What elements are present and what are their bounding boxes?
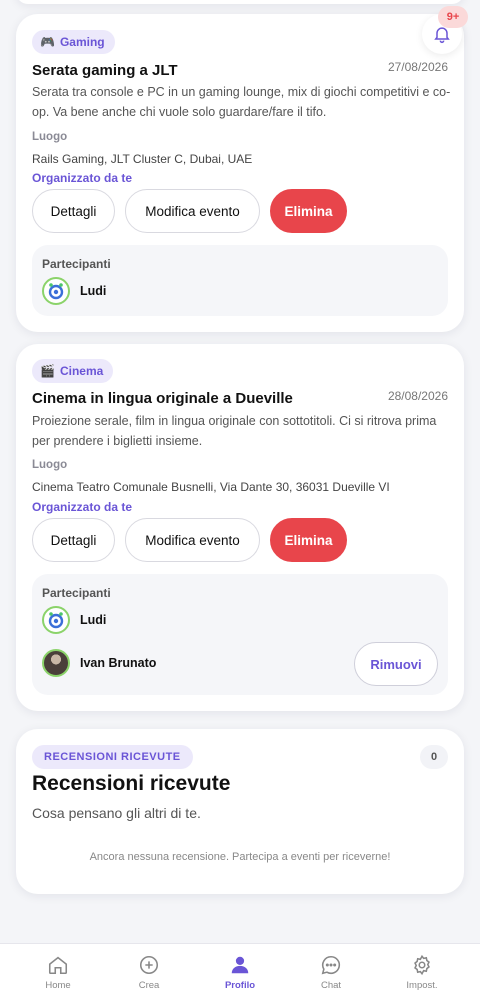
ludi-logo-icon	[48, 283, 64, 300]
reviews-count-badge: 0	[420, 745, 448, 769]
reviews-empty-message: Ancora nessuna recensione. Partecipa a e…	[89, 851, 391, 863]
tab-profile[interactable]: Profilo	[192, 944, 288, 1000]
remove-participant-button[interactable]: Rimuovi	[354, 642, 438, 686]
category-tag-label: Gaming	[59, 35, 105, 49]
gear-icon	[414, 954, 430, 976]
participant-row: Ludi	[42, 606, 106, 634]
participant-name: Ivan Brunato	[80, 656, 157, 670]
tab-home[interactable]: Home	[10, 944, 106, 1000]
participants-label: Partecipanti	[42, 257, 111, 271]
plus-circle-icon	[139, 955, 159, 975]
organizer-label: Organizzato da te	[32, 171, 133, 185]
location-label: Luogo	[32, 459, 68, 471]
tab-label: Profilo	[224, 980, 256, 991]
event-description: Proiezione serale, film in lingua origin…	[32, 414, 437, 448]
details-button[interactable]: Dettagli	[32, 189, 115, 233]
reviews-card: RECENSIONI RICEVUTE 0 Recensioni ricevut…	[16, 729, 464, 894]
delete-button[interactable]: Elimina	[270, 518, 347, 562]
reviews-subtitle: Cosa pensano gli altri di te.	[32, 805, 201, 821]
category-tag: 🎬 Cinema	[32, 359, 114, 383]
location-label: Luogo	[32, 131, 68, 143]
participant-row: Ludi	[42, 277, 106, 305]
gamepad-icon: 🎮	[40, 35, 55, 49]
category-tag: 🎮 Gaming	[32, 30, 115, 54]
event-card: 🎮 Gaming Serata gaming a JLT 27/08/2026 …	[16, 14, 464, 332]
avatar	[42, 277, 70, 305]
previous-card	[16, 0, 464, 4]
event-date: 28/08/2026	[387, 389, 448, 403]
participant-name: Ludi	[80, 284, 107, 298]
event-title: Cinema in lingua originale a Dueville	[32, 390, 293, 407]
user-icon	[231, 956, 249, 974]
participants-label: Partecipanti	[42, 586, 111, 600]
participant-row: Ivan Brunato	[42, 649, 156, 677]
clapperboard-icon: 🎬	[40, 364, 55, 378]
avatar	[42, 649, 70, 677]
notifications-button[interactable]: 9+	[422, 6, 468, 54]
reviews-title: Recensioni ricevute	[32, 772, 231, 795]
tab-label: Chat	[320, 980, 342, 991]
tab-settings[interactable]: Impost.	[374, 944, 470, 1000]
event-location: Rails Gaming, JLT Cluster C, Dubai, UAE	[32, 152, 253, 166]
bottom-tab-bar: Home Crea Profilo Chat Impost.	[0, 943, 480, 1000]
category-tag-label: Cinema	[59, 364, 104, 378]
edit-event-button[interactable]: Modifica evento	[125, 189, 260, 233]
event-description: Serata tra console e PC in un gaming lou…	[32, 85, 451, 119]
ludi-logo-icon	[48, 612, 64, 629]
tab-label: Home	[45, 980, 71, 991]
details-button[interactable]: Dettagli	[32, 518, 115, 562]
participants-box: Partecipanti Ludi Ivan Brunato Rimuovi	[32, 574, 448, 695]
tab-create[interactable]: Crea	[101, 944, 197, 1000]
home-icon	[48, 956, 68, 975]
chat-icon	[321, 955, 341, 975]
tab-chat[interactable]: Chat	[283, 944, 379, 1000]
avatar	[42, 606, 70, 634]
participants-box: Partecipanti Ludi	[32, 245, 448, 316]
tab-label: Crea	[138, 980, 160, 991]
edit-event-button[interactable]: Modifica evento	[125, 518, 260, 562]
reviews-tag: RECENSIONI RICEVUTE	[32, 745, 193, 769]
organizer-label: Organizzato da te	[32, 500, 133, 514]
tab-label: Impost.	[406, 980, 438, 991]
event-card: 🎬 Cinema Cinema in lingua originale a Du…	[16, 344, 464, 711]
event-location: Cinema Teatro Comunale Busnelli, Via Dan…	[32, 480, 390, 494]
delete-button[interactable]: Elimina	[270, 189, 347, 233]
notification-badge: 9+	[438, 6, 468, 28]
participant-name: Ludi	[80, 613, 107, 627]
event-date: 27/08/2026	[387, 60, 448, 74]
event-title: Serata gaming a JLT	[32, 62, 178, 79]
